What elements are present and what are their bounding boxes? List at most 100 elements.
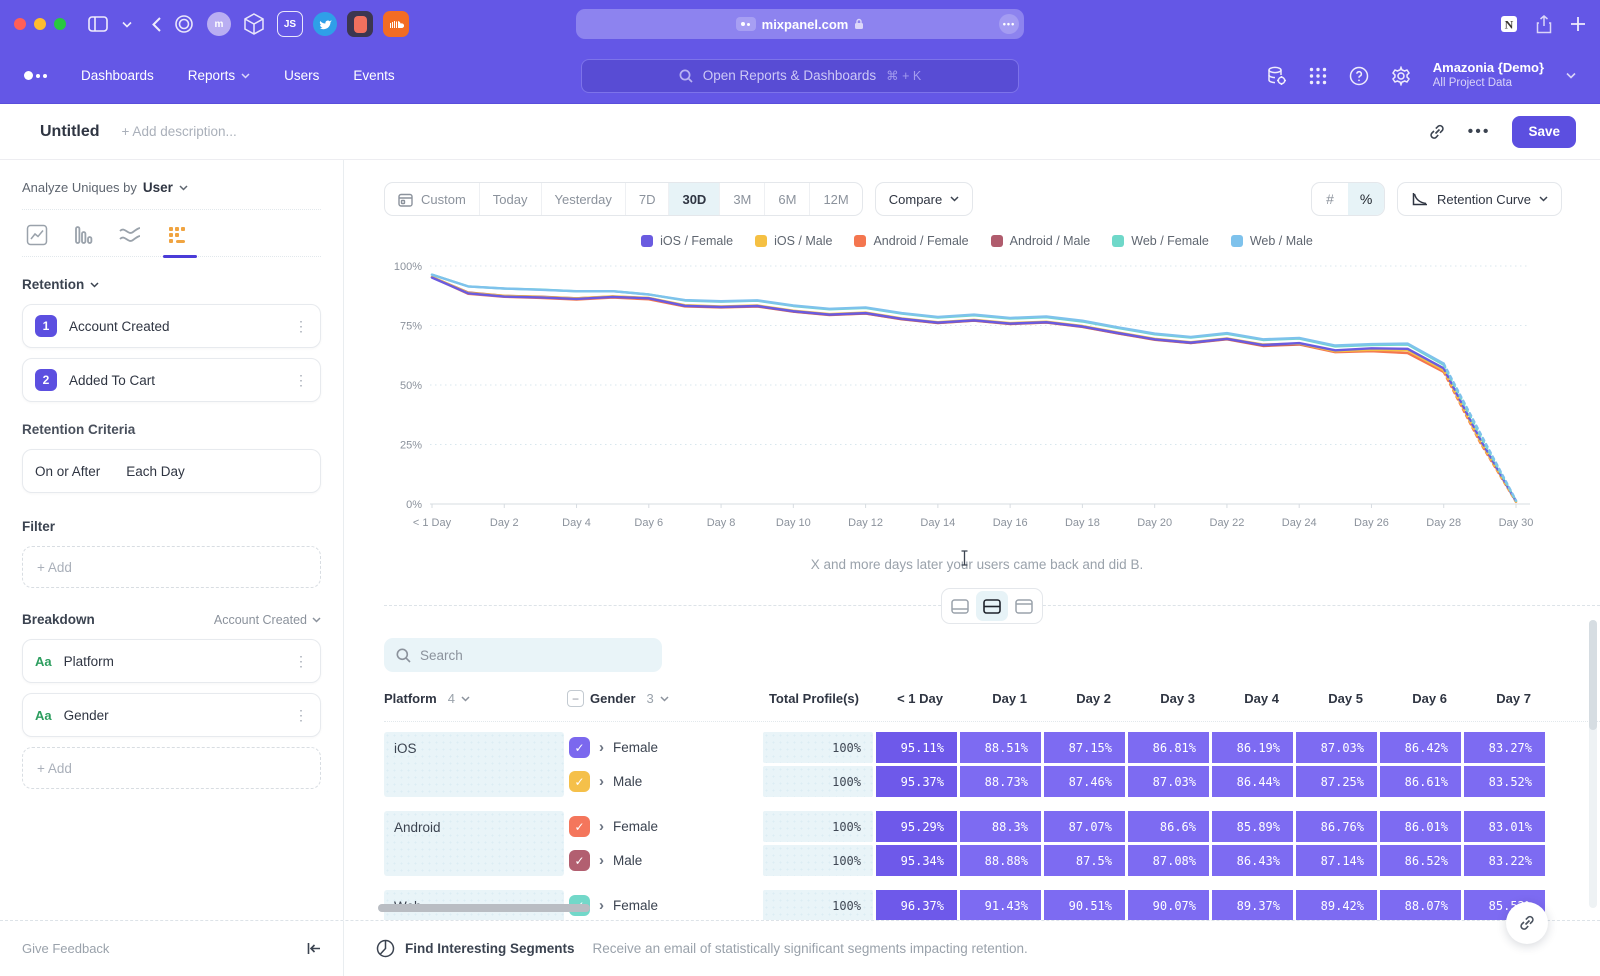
legend-item[interactable]: Android / Male: [991, 234, 1091, 248]
vertical-scrollbar[interactable]: [1589, 620, 1597, 908]
range-yesterday[interactable]: Yesterday: [542, 183, 626, 215]
retention-value-cell[interactable]: 90.51%: [1044, 890, 1125, 920]
retention-value-cell[interactable]: 83.27%: [1464, 732, 1545, 763]
segments-title[interactable]: Find Interesting Segments: [405, 941, 575, 956]
breakdown-scope-select[interactable]: Account Created: [214, 613, 321, 627]
breakdown-gender[interactable]: AaGender⋮: [22, 693, 321, 737]
retention-value-cell[interactable]: 87.03%: [1296, 732, 1377, 763]
density-split-icon[interactable]: [976, 591, 1008, 621]
retention-value-cell[interactable]: 88.3%: [960, 811, 1041, 842]
retention-section-label[interactable]: Retention: [22, 277, 84, 292]
mode-count-button[interactable]: #: [1312, 183, 1348, 215]
retention-value-cell[interactable]: 86.52%: [1380, 845, 1461, 876]
traffic-light-zoom[interactable]: [54, 18, 66, 30]
retention-value-cell[interactable]: 87.03%: [1128, 766, 1209, 797]
density-header-icon[interactable]: [1008, 591, 1040, 621]
retention-value-cell[interactable]: 86.81%: [1128, 732, 1209, 763]
retention-value-cell[interactable]: 96.37%: [876, 890, 957, 920]
criteria-interval[interactable]: Each Day: [126, 464, 185, 479]
nav-item-dashboards[interactable]: Dashboards: [81, 68, 154, 83]
retention-value-cell[interactable]: 91.43%: [960, 890, 1041, 920]
legend-item[interactable]: Web / Male: [1231, 234, 1313, 248]
extension-soundcloud-icon[interactable]: [383, 11, 409, 37]
breakdown-menu-icon[interactable]: ⋮: [294, 712, 308, 718]
add-description[interactable]: + Add description...: [122, 124, 237, 139]
retention-value-cell[interactable]: 86.42%: [1380, 732, 1461, 763]
analyze-value[interactable]: User: [143, 180, 173, 195]
step-menu-icon[interactable]: ⋮: [294, 377, 308, 383]
retention-value-cell[interactable]: 95.37%: [876, 766, 957, 797]
gender-row-female[interactable]: ✓›Female: [567, 811, 760, 842]
breakdown-add-button[interactable]: + Add: [22, 747, 321, 789]
extension-js-icon[interactable]: JS: [277, 11, 303, 37]
gender-checkbox[interactable]: ✓: [569, 816, 590, 837]
traffic-light-close[interactable]: [14, 18, 26, 30]
chevron-down-icon[interactable]: [122, 21, 132, 28]
retention-step-2[interactable]: 2Added To Cart⋮: [22, 358, 321, 402]
back-icon[interactable]: [152, 17, 161, 32]
apps-grid-icon[interactable]: [1309, 67, 1327, 85]
retention-value-cell[interactable]: 89.37%: [1212, 890, 1293, 920]
gender-row-male[interactable]: ✓›Male: [567, 766, 760, 797]
expand-chevron-icon[interactable]: ›: [599, 740, 604, 755]
horizontal-scrollbar[interactable]: [378, 904, 590, 912]
gender-checkbox[interactable]: ✓: [569, 771, 590, 792]
gender-row-female[interactable]: ✓›Female: [567, 890, 760, 920]
retention-value-cell[interactable]: 83.52%: [1464, 766, 1545, 797]
extension-record-icon[interactable]: [347, 11, 373, 37]
retention-value-cell[interactable]: 87.5%: [1044, 845, 1125, 876]
range-custom[interactable]: Custom: [385, 183, 480, 215]
data-management-icon[interactable]: [1266, 66, 1287, 86]
address-bar[interactable]: mixpanel.com •••: [576, 9, 1024, 39]
expand-chevron-icon[interactable]: ›: [599, 853, 604, 868]
copy-link-icon[interactable]: [1428, 123, 1446, 141]
retention-value-cell[interactable]: 88.51%: [960, 732, 1041, 763]
gender-row-male[interactable]: ✓›Male: [567, 845, 760, 876]
column-header-platform[interactable]: Platform4: [384, 691, 564, 706]
extension-m-icon[interactable]: m: [207, 12, 231, 36]
help-icon[interactable]: [1349, 66, 1369, 86]
platform-cell[interactable]: Android: [384, 811, 564, 876]
range-12m[interactable]: 12M: [810, 183, 861, 215]
retention-value-cell[interactable]: 86.61%: [1380, 766, 1461, 797]
breakdown-menu-icon[interactable]: ⋮: [294, 658, 308, 664]
retention-step-1[interactable]: 1Account Created⋮: [22, 304, 321, 348]
range-30d[interactable]: 30D: [669, 183, 720, 215]
expand-chevron-icon[interactable]: ›: [599, 898, 604, 913]
range-7d[interactable]: 7D: [626, 183, 670, 215]
tab-insights[interactable]: [26, 224, 48, 256]
give-feedback-link[interactable]: Give Feedback: [22, 941, 109, 956]
traffic-light-minimize[interactable]: [34, 18, 46, 30]
retention-value-cell[interactable]: 86.6%: [1128, 811, 1209, 842]
nav-item-events[interactable]: Events: [353, 68, 394, 83]
nav-item-reports[interactable]: Reports: [188, 68, 250, 83]
gender-row-female[interactable]: ✓›Female: [567, 732, 760, 763]
retention-value-cell[interactable]: 87.14%: [1296, 845, 1377, 876]
expand-chevron-icon[interactable]: ›: [599, 819, 604, 834]
criteria-mode[interactable]: On or After: [35, 464, 100, 479]
step-menu-icon[interactable]: ⋮: [294, 323, 308, 329]
extension-bird-icon[interactable]: [313, 12, 337, 36]
retention-value-cell[interactable]: 87.46%: [1044, 766, 1125, 797]
chart-type-select[interactable]: Retention Curve: [1397, 182, 1562, 216]
range-today[interactable]: Today: [480, 183, 542, 215]
global-search[interactable]: Open Reports & Dashboards ⌘ + K: [581, 59, 1019, 93]
criteria-card[interactable]: On or After Each Day: [22, 449, 321, 493]
share-icon[interactable]: [1536, 15, 1552, 34]
retention-line-chart[interactable]: 100%75%50%25%0%< 1 DayDay 2Day 4Day 6Day…: [384, 252, 1600, 549]
retention-value-cell[interactable]: 88.73%: [960, 766, 1041, 797]
retention-value-cell[interactable]: 86.76%: [1296, 811, 1377, 842]
retention-value-cell[interactable]: 90.07%: [1128, 890, 1209, 920]
column-header-gender[interactable]: −Gender3: [567, 690, 760, 707]
expand-chevron-icon[interactable]: ›: [599, 774, 604, 789]
retention-value-cell[interactable]: 86.19%: [1212, 732, 1293, 763]
range-6m[interactable]: 6M: [765, 183, 810, 215]
retention-value-cell[interactable]: 87.15%: [1044, 732, 1125, 763]
collapse-sidebar-icon[interactable]: [307, 942, 321, 955]
legend-item[interactable]: Android / Female: [854, 234, 968, 248]
share-report-fab[interactable]: [1506, 902, 1548, 944]
select-all-checkbox[interactable]: −: [567, 690, 584, 707]
filter-add-button[interactable]: + Add: [22, 546, 321, 588]
retention-value-cell[interactable]: 95.34%: [876, 845, 957, 876]
tab-retention[interactable]: [166, 224, 188, 256]
